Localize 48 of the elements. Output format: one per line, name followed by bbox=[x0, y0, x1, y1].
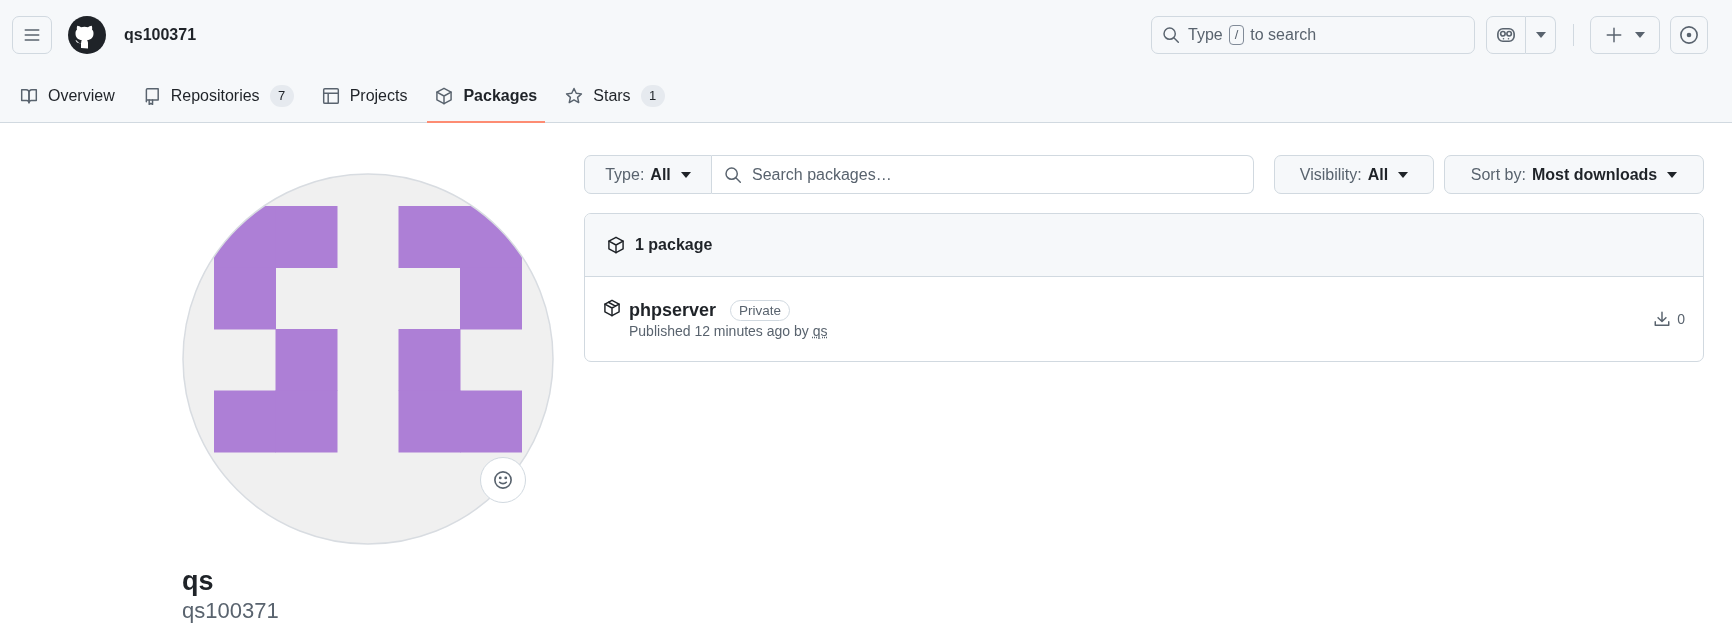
issues-button[interactable] bbox=[1670, 16, 1708, 54]
profile-tab[interactable]: Projects bbox=[313, 70, 416, 123]
caret-icon bbox=[1667, 171, 1678, 178]
create-button[interactable] bbox=[1590, 16, 1660, 54]
package-search-field[interactable]: Search packages… bbox=[712, 155, 1254, 194]
menu-button[interactable] bbox=[12, 16, 52, 54]
caret-icon bbox=[680, 171, 691, 178]
search-icon bbox=[1162, 26, 1180, 44]
tab-counter: 1 bbox=[640, 84, 665, 107]
caret-icon bbox=[1398, 171, 1409, 178]
table-icon bbox=[321, 86, 340, 105]
key-hint: / bbox=[1228, 25, 1245, 45]
cat-logo-icon[interactable] bbox=[68, 16, 106, 54]
assistant-button[interactable] bbox=[1486, 16, 1526, 54]
robot-face-icon bbox=[1496, 25, 1516, 45]
profile-tab[interactable]: Stars 1 bbox=[557, 70, 673, 123]
profile-name: qs bbox=[182, 565, 215, 597]
smiley-icon bbox=[493, 470, 513, 490]
dropdown-button[interactable] bbox=[1526, 16, 1556, 54]
star-icon bbox=[565, 86, 584, 105]
menu-icon bbox=[23, 26, 41, 44]
search-field[interactable]: Type / to search bbox=[1151, 16, 1475, 54]
username-link[interactable]: qs100371 bbox=[124, 26, 197, 44]
profile-tab[interactable]: Overview bbox=[12, 70, 123, 123]
avatar-identicon bbox=[182, 173, 554, 545]
tab-counter: 7 bbox=[269, 84, 294, 107]
caret-icon bbox=[1535, 32, 1546, 38]
plus-icon bbox=[1605, 26, 1623, 44]
package-name-link[interactable]: phpserver bbox=[629, 299, 717, 321]
search-input[interactable]: Search packages… bbox=[750, 164, 1241, 185]
visibility-filter-button[interactable]: Visibility: All bbox=[1274, 155, 1434, 194]
package-count: 1 package bbox=[635, 236, 713, 254]
cube-icon bbox=[435, 86, 454, 105]
circle-dot-icon bbox=[1679, 25, 1699, 45]
author-link[interactable]: qs bbox=[812, 322, 828, 339]
download-count: 0 bbox=[1677, 311, 1685, 327]
published-text: Published 12 minutes ago by qs bbox=[629, 322, 828, 339]
download-icon bbox=[1653, 310, 1672, 328]
search-icon bbox=[724, 165, 742, 184]
book-icon bbox=[20, 86, 38, 105]
type-filter-button[interactable]: Type: All bbox=[584, 155, 712, 194]
profile-tab[interactable]: Repositories 7 bbox=[134, 70, 302, 123]
profile-tab[interactable]: Packages bbox=[427, 70, 546, 123]
profile-login: qs100371 bbox=[182, 597, 280, 625]
sort-button[interactable]: Sort by: Most downloads bbox=[1444, 155, 1704, 194]
package-icon bbox=[603, 299, 621, 317]
caret-icon bbox=[1635, 32, 1645, 38]
cube-icon bbox=[607, 236, 625, 254]
